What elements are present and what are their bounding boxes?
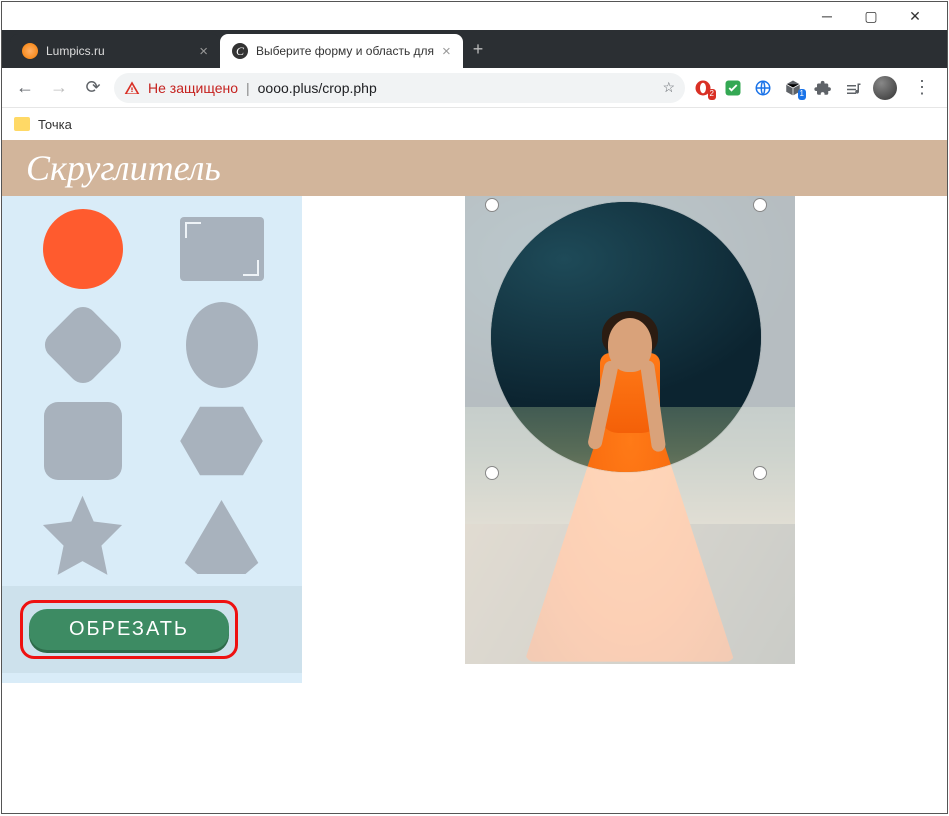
insecure-warning-icon	[124, 80, 140, 96]
insecure-label: Не защищено	[148, 80, 238, 96]
bookmark-star-icon[interactable]: ☆	[662, 79, 675, 96]
extension-music-icon[interactable]	[843, 78, 863, 98]
reload-button[interactable]: ⟳	[80, 77, 106, 98]
favicon-lumpics-icon	[22, 43, 38, 59]
close-tab-icon[interactable]: ×	[442, 43, 451, 60]
tab-title: Lumpics.ru	[46, 44, 105, 58]
extension-badge: 1	[798, 89, 806, 99]
bookmarks-bar: Точка	[2, 108, 947, 140]
address-bar-row: ← → ⟳ Не защищено | oooo.plus/crop.php ☆…	[2, 68, 947, 108]
browser-menu-button[interactable]: ⋮	[907, 77, 937, 98]
shape-star[interactable]	[40, 494, 126, 580]
forward-button[interactable]: →	[46, 77, 72, 98]
crop-handle-top-right[interactable]	[753, 198, 767, 212]
new-tab-button[interactable]: +	[463, 39, 494, 60]
crop-button-highlight: ОБРЕЗАТЬ	[20, 600, 238, 659]
shape-rounded-square[interactable]	[40, 398, 126, 484]
crop-handle-bottom-left[interactable]	[485, 466, 499, 480]
url-separator: |	[246, 80, 250, 96]
url-text: oooo.plus/crop.php	[258, 80, 377, 96]
minimize-button[interactable]: ─	[805, 2, 849, 30]
window-titlebar: ─ ▢ ✕	[2, 2, 947, 30]
extension-box-icon[interactable]: 1	[783, 78, 803, 98]
back-button[interactable]: ←	[12, 77, 38, 98]
tab-crop[interactable]: C Выберите форму и область для ×	[220, 34, 463, 68]
close-tab-icon[interactable]: ×	[199, 43, 208, 60]
crop-button[interactable]: ОБРЕЗАТЬ	[29, 609, 229, 650]
tab-strip: Lumpics.ru × C Выберите форму и область …	[2, 30, 947, 68]
shape-panel: ОБРЕЗАТЬ	[2, 196, 302, 683]
crop-handle-top-left[interactable]	[485, 198, 499, 212]
canvas-area	[302, 196, 947, 683]
shape-circle[interactable]	[40, 206, 126, 292]
workarea: ОБРЕЗАТЬ	[2, 196, 947, 683]
shape-triangle[interactable]	[179, 494, 265, 580]
shape-rectangle[interactable]	[179, 206, 265, 292]
favicon-crop-icon: C	[232, 43, 248, 59]
crop-handle-bottom-right[interactable]	[753, 466, 767, 480]
bookmark-folder-icon	[14, 117, 30, 131]
shape-ellipse[interactable]	[179, 302, 265, 388]
profile-avatar[interactable]	[873, 76, 897, 100]
tab-lumpics[interactable]: Lumpics.ru ×	[10, 34, 220, 68]
brand-logo: Скруглитель	[26, 147, 221, 189]
page-header: Скруглитель	[2, 140, 947, 196]
close-window-button[interactable]: ✕	[893, 2, 937, 30]
shape-hexagon[interactable]	[179, 398, 265, 484]
extension-check-icon[interactable]	[723, 78, 743, 98]
extension-opera-icon[interactable]: 2	[693, 78, 713, 98]
extension-globe-icon[interactable]	[753, 78, 773, 98]
extension-badge: 2	[708, 89, 716, 99]
extensions-area: 2 1 ⋮	[693, 76, 937, 100]
extensions-puzzle-icon[interactable]	[813, 78, 833, 98]
bookmark-item[interactable]: Точка	[38, 117, 72, 132]
crop-selection-circle[interactable]	[491, 202, 761, 472]
shape-diamond[interactable]	[40, 302, 126, 388]
page-footer-space	[2, 683, 947, 803]
tab-title: Выберите форму и область для	[256, 44, 434, 58]
photo-preview[interactable]	[465, 196, 795, 664]
url-bar[interactable]: Не защищено | oooo.plus/crop.php ☆	[114, 73, 685, 103]
maximize-button[interactable]: ▢	[849, 2, 893, 30]
